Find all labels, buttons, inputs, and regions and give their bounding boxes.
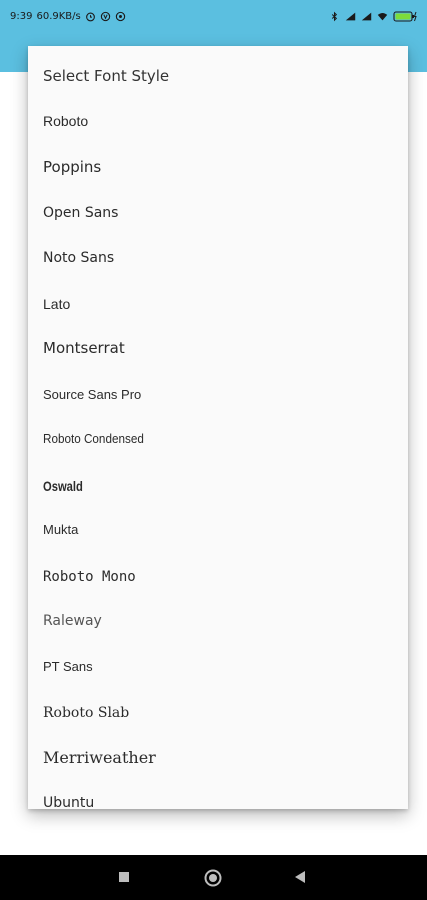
- menu-item-montserrat[interactable]: Montserrat: [43, 333, 125, 363]
- menu-item-roboto-slab[interactable]: Roboto Slab: [43, 698, 129, 728]
- menu-item-roboto[interactable]: Roboto: [43, 106, 88, 136]
- menu-item-pt-sans[interactable]: PT Sans: [43, 652, 93, 682]
- status-time: 9:39: [10, 10, 33, 22]
- sync-icon: [115, 11, 125, 21]
- vpn-icon: [100, 11, 110, 21]
- recents-square-icon[interactable]: [118, 871, 130, 883]
- signal-icon: [361, 12, 372, 20]
- network-speed: 60.9KB/s: [36, 10, 81, 22]
- alarm-icon: [85, 12, 95, 21]
- navigation-bar: [0, 855, 427, 900]
- status-left: 9:39 60.9KB/s: [10, 11, 126, 22]
- battery-charging-icon: [393, 11, 417, 22]
- back-triangle-icon[interactable]: [294, 870, 306, 884]
- menu-item-roboto-mono[interactable]: Roboto Mono: [43, 562, 136, 592]
- menu-item-oswald[interactable]: Oswald: [43, 471, 83, 501]
- bluetooth-icon: [331, 11, 338, 21]
- status-bar: 9:39 60.9KB/s: [0, 0, 427, 32]
- menu-item-open-sans[interactable]: Open Sans: [43, 198, 118, 228]
- menu-item-lato[interactable]: Lato: [43, 289, 70, 319]
- font-style-menu: Select Font Style Roboto Poppins Open Sa…: [28, 46, 408, 809]
- menu-title: Select Font Style: [43, 67, 170, 85]
- signal-icon: [345, 12, 356, 20]
- wifi-icon: [377, 12, 388, 20]
- menu-item-noto-sans[interactable]: Noto Sans: [43, 243, 114, 273]
- status-right: [329, 10, 417, 22]
- menu-item-roboto-condensed[interactable]: Roboto Condensed: [43, 424, 144, 454]
- menu-item-ubuntu[interactable]: Ubuntu: [43, 788, 94, 809]
- menu-item-source-sans-pro[interactable]: Source Sans Pro: [43, 380, 141, 410]
- menu-item-raleway[interactable]: Raleway: [43, 606, 102, 636]
- menu-item-mukta[interactable]: Mukta: [43, 515, 78, 545]
- home-circle-icon[interactable]: [204, 869, 222, 887]
- menu-item-poppins[interactable]: Poppins: [43, 152, 101, 182]
- menu-item-merriweather[interactable]: Merriweather: [43, 743, 156, 773]
